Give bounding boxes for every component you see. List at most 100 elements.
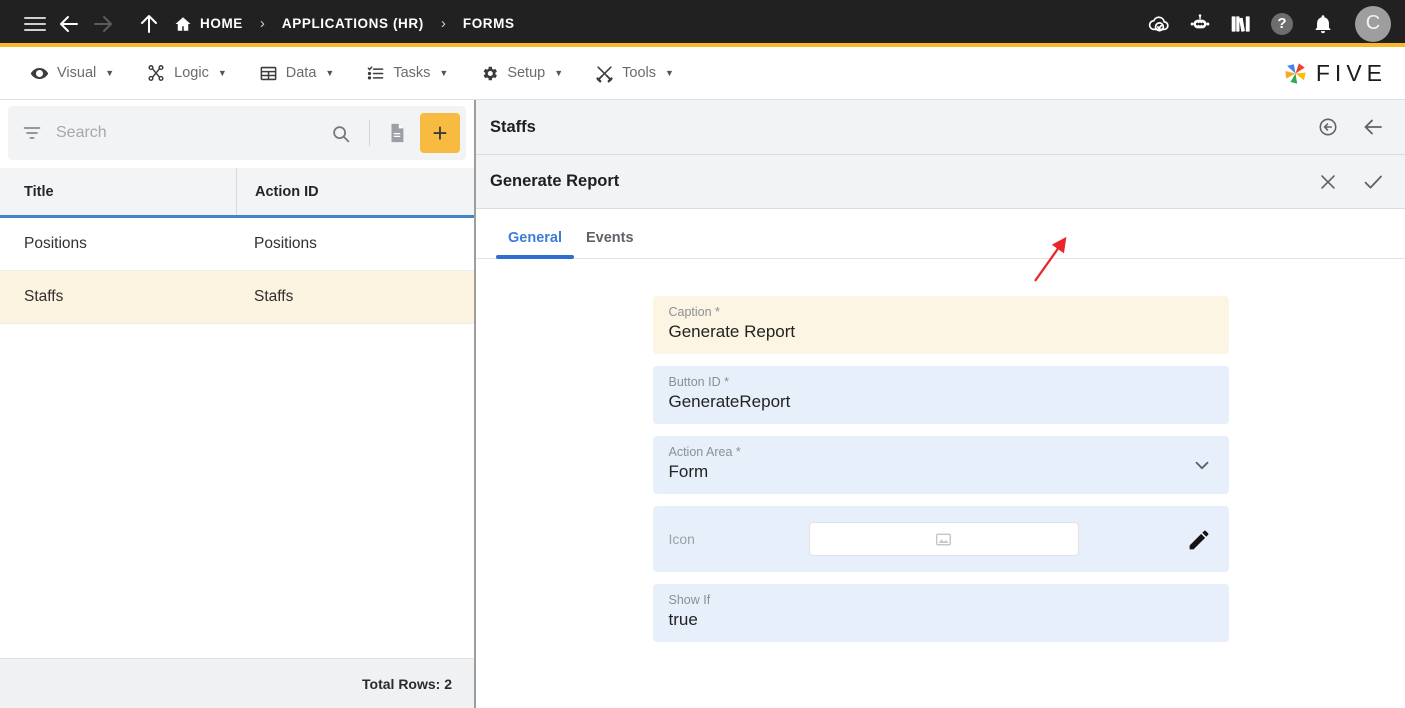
- undo-circle-icon[interactable]: [1317, 116, 1339, 138]
- nav-forward-button[interactable]: [86, 7, 120, 41]
- field-button-id[interactable]: Button ID * GenerateReport: [653, 366, 1229, 424]
- chevron-down-icon: ▼: [325, 68, 334, 78]
- search-icon[interactable]: [320, 123, 361, 144]
- cell-action-id: Staffs: [236, 288, 474, 306]
- breadcrumb-item-forms[interactable]: FORMS: [463, 16, 515, 31]
- main-content-area: + Title Action ID Positions Positions St…: [0, 100, 1405, 708]
- cell-title: Positions: [8, 235, 236, 253]
- chevron-down-icon[interactable]: [1191, 454, 1213, 476]
- field-value: GenerateReport: [669, 392, 1213, 414]
- assistant-bot-button[interactable]: [1185, 9, 1215, 39]
- five-pinwheel-icon: [1282, 60, 1309, 87]
- logic-nodes-icon: [146, 63, 166, 83]
- search-input[interactable]: [56, 124, 320, 142]
- column-header-action-id[interactable]: Action ID: [236, 168, 474, 215]
- menu-visual[interactable]: Visual ▼: [14, 58, 130, 89]
- tools-crossed-icon: [595, 64, 614, 83]
- nav-up-button[interactable]: [132, 7, 166, 41]
- search-bar: +: [8, 106, 466, 160]
- help-icon: ?: [1271, 13, 1293, 35]
- column-header-title[interactable]: Title: [8, 168, 236, 215]
- menu-label: Data: [286, 65, 317, 81]
- add-button[interactable]: +: [420, 113, 460, 153]
- menu-setup[interactable]: Setup ▼: [464, 58, 579, 89]
- breadcrumb-label: HOME: [200, 16, 243, 31]
- breadcrumb-item-applications[interactable]: APPLICATIONS (HR): [282, 16, 424, 31]
- table-header: Title Action ID: [0, 168, 474, 218]
- books-icon: [1228, 11, 1254, 37]
- hamburger-icon: [24, 13, 46, 35]
- forward-arrow-icon: [91, 12, 115, 36]
- field-value: Generate Report: [669, 322, 1213, 344]
- field-label: Button ID *: [669, 375, 1213, 389]
- filter-icon[interactable]: [22, 123, 42, 143]
- right-detail-panel: Staffs Generate Report: [476, 100, 1405, 708]
- chevron-down-icon: ▼: [218, 68, 227, 78]
- field-label: Action Area *: [669, 445, 1213, 459]
- breadcrumb-item-home[interactable]: HOME: [174, 15, 243, 33]
- detail-header: Staffs: [476, 100, 1405, 155]
- back-arrow-icon[interactable]: [1361, 115, 1385, 139]
- topbar-actions: ? C: [1144, 6, 1391, 42]
- table-row[interactable]: Staffs Staffs: [0, 271, 474, 324]
- menu-label: Tools: [622, 65, 656, 81]
- detail-header-actions: [1317, 115, 1385, 139]
- nav-back-button[interactable]: [52, 7, 86, 41]
- detail-form: Caption * Generate Report Button ID * Ge…: [476, 259, 1405, 708]
- tab-general[interactable]: General: [496, 230, 574, 258]
- document-icon[interactable]: [378, 122, 416, 144]
- field-action-area[interactable]: Action Area * Form: [653, 436, 1229, 494]
- five-logo: FIVE: [1282, 60, 1387, 87]
- detail-tabs: General Events: [476, 209, 1405, 259]
- divider: [369, 120, 370, 146]
- field-caption[interactable]: Caption * Generate Report: [653, 296, 1229, 354]
- documentation-books-button[interactable]: [1226, 9, 1256, 39]
- gear-icon: [480, 64, 499, 83]
- table-row[interactable]: Positions Positions: [0, 218, 474, 271]
- cloud-check-button[interactable]: [1144, 9, 1174, 39]
- table-grid-icon: [259, 64, 278, 83]
- cloud-check-icon: [1146, 11, 1172, 37]
- close-icon[interactable]: [1317, 171, 1339, 193]
- menu-label: Visual: [57, 65, 96, 81]
- image-placeholder-icon: [934, 530, 953, 549]
- confirm-check-icon[interactable]: [1361, 170, 1385, 194]
- task-list-icon: [366, 64, 385, 83]
- breadcrumb-separator: ›: [441, 15, 446, 32]
- top-navigation-bar: HOME › APPLICATIONS (HR) › FORMS: [0, 0, 1405, 47]
- record-header-actions: [1317, 170, 1385, 194]
- hamburger-menu-button[interactable]: [18, 7, 52, 41]
- notifications-button[interactable]: [1308, 9, 1338, 39]
- cell-title: Staffs: [8, 288, 236, 306]
- chevron-down-icon: ▼: [554, 68, 563, 78]
- menu-data[interactable]: Data ▼: [243, 58, 351, 89]
- breadcrumb: HOME › APPLICATIONS (HR) › FORMS: [174, 15, 515, 33]
- brand-name: FIVE: [1316, 60, 1387, 87]
- menu-logic[interactable]: Logic ▼: [130, 57, 243, 89]
- chevron-down-icon: ▼: [665, 68, 674, 78]
- breadcrumb-label: APPLICATIONS (HR): [282, 16, 424, 31]
- page-title: Staffs: [490, 118, 536, 137]
- menu-label: Setup: [507, 65, 545, 81]
- up-arrow-icon: [137, 12, 161, 36]
- edit-pencil-icon[interactable]: [1166, 526, 1213, 553]
- notifications-bell-icon: [1312, 13, 1334, 35]
- user-avatar[interactable]: C: [1355, 6, 1391, 42]
- robot-icon: [1187, 11, 1213, 37]
- field-icon[interactable]: Icon: [653, 506, 1229, 572]
- total-rows-label: Total Rows: 2: [0, 658, 474, 708]
- field-value: true: [669, 610, 1213, 632]
- help-button[interactable]: ?: [1267, 9, 1297, 39]
- record-title: Generate Report: [490, 172, 619, 191]
- field-value: Form: [669, 462, 1213, 484]
- eye-icon: [30, 64, 49, 83]
- icon-picker-input[interactable]: [809, 522, 1079, 556]
- field-show-if[interactable]: Show If true: [653, 584, 1229, 642]
- breadcrumb-label: FORMS: [463, 16, 515, 31]
- tab-events[interactable]: Events: [574, 230, 646, 258]
- record-header: Generate Report: [476, 155, 1405, 209]
- menu-label: Tasks: [393, 65, 430, 81]
- menu-tasks[interactable]: Tasks ▼: [350, 58, 464, 89]
- table-body: Positions Positions Staffs Staffs: [0, 218, 474, 658]
- menu-tools[interactable]: Tools ▼: [579, 58, 690, 89]
